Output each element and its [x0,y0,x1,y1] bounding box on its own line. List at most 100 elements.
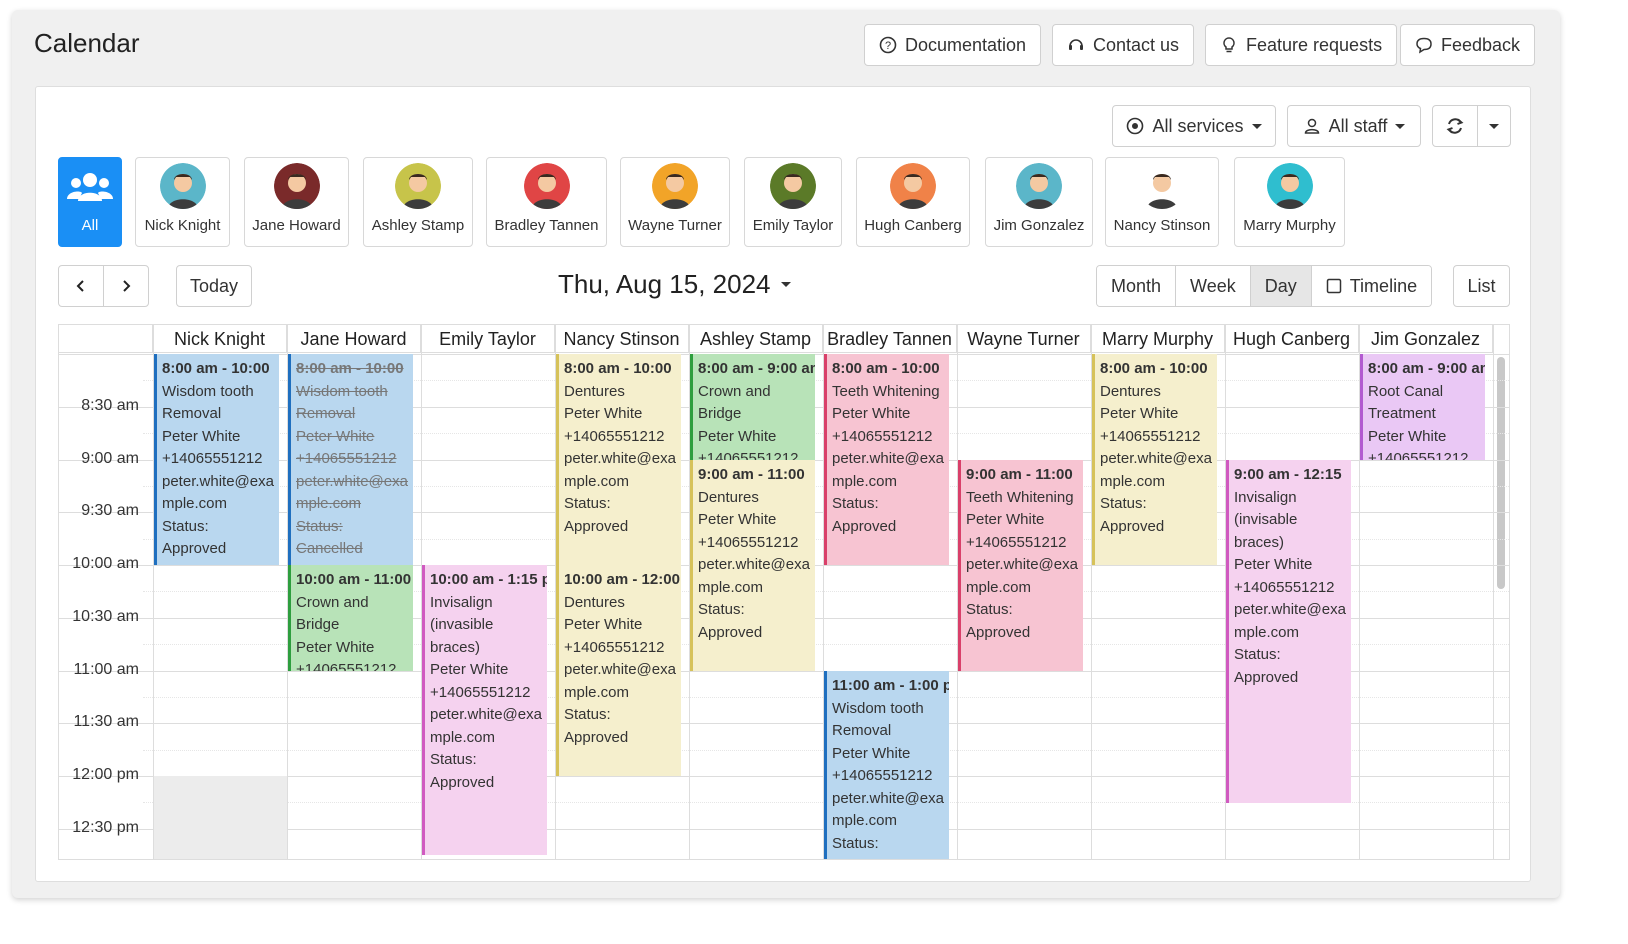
appointment-detail: (invasible [430,616,494,633]
appointment-detail: Status: [966,601,1013,618]
appointment-detail: +14065551212 [296,661,397,671]
column-header: Ashley Stamp [689,325,823,353]
refresh-button[interactable] [1432,105,1478,147]
staff-card[interactable]: Ashley Stamp [363,157,473,247]
column-header: Emily Taylor [421,325,555,353]
avatar [890,163,936,209]
feature-requests-button[interactable]: Feature requests [1205,24,1398,66]
chevron-down-icon [1489,123,1499,129]
today-button[interactable]: Today [176,265,252,307]
staff-card[interactable]: Bradley Tannen [486,157,607,247]
appointment-card[interactable]: 8:00 am - 9:00 am Crown and Bridge Peter Wh… [690,354,815,460]
appointment-card[interactable]: 10:00 am - 12:00 Dentures Peter White +1406… [556,565,681,776]
feedback-label: Feedback [1441,34,1521,55]
appointment-detail: Peter White [832,744,911,762]
appointment-card[interactable]: 9:00 am - 11:00 Teeth Whitening Peter Whit… [958,460,1083,671]
documentation-label: Documentation [905,34,1027,55]
appointment-detail: mple.com [162,495,228,512]
appointment-detail: mple.com [1234,623,1300,641]
appointment-card[interactable]: 9:00 am - 12:15 Invisalign (invisable brace… [1226,460,1351,803]
week-view-button[interactable]: Week [1176,266,1251,306]
staff-card[interactable]: Jane Howard [244,157,349,247]
appointment-detail: Peter White [1234,556,1313,573]
chevron-down-icon [780,282,791,287]
next-day-button[interactable] [103,265,149,307]
appointment-detail: +14065551212 [1368,450,1469,460]
appointment-detail: +14065551212 [430,683,531,701]
appointment-card[interactable]: 8:00 am - 10:00 Dentures Peter White +14065… [556,354,681,565]
appointment-detail: Teeth Whitening [966,488,1074,506]
appointment-card[interactable]: 9:00 am - 11:00 Dentures Peter White +14065… [690,460,815,671]
appointment-card[interactable]: 8:00 am - 9:00 am Root Canal Treatment Pete… [1360,354,1485,460]
chevron-right-icon [123,280,131,292]
avatar [652,163,698,209]
appointment-time: 8:00 am - 9:00 am [698,360,815,377]
documentation-button[interactable]: ? Documentation [864,24,1042,66]
services-filter-dropdown[interactable]: All services [1112,105,1276,147]
staff-card[interactable]: Hugh Canberg [856,157,970,247]
appointment-detail: peter.white@exa [698,556,810,573]
list-view-button[interactable]: List [1453,265,1510,307]
time-label: 10:00 am [72,555,139,572]
appointment-card[interactable]: 8:00 am - 10:00 Wisdom tooth Removal Peter … [154,354,279,565]
appointment-detail: Peter White [1368,427,1447,445]
appointment-card[interactable]: 8:00 am - 10:00 Wisdom tooth Removal Peter … [288,354,413,565]
appointment-detail: Dentures [564,382,625,400]
appointment-detail: Status: [430,751,477,768]
contact-us-button[interactable]: Contact us [1052,24,1195,66]
appointment-detail: Peter White [698,511,777,528]
appointment-detail: mple.com [430,728,496,746]
staff-card[interactable]: Wayne Turner [620,157,730,247]
appointment-card[interactable]: 8:00 am - 10:00 Dentures Peter White +14065… [1092,354,1217,565]
appointment-detail: mple.com [832,812,898,829]
month-view-button[interactable]: Month [1097,266,1177,306]
calendar-panel: All services All staff All Nick Knight Jan… [35,86,1531,882]
staff-card[interactable]: Emily Taylor [744,157,842,247]
staff-filter-dropdown[interactable]: All staff [1287,105,1421,147]
date-picker[interactable]: Thu, Aug 15, 2024 [558,269,791,300]
staff-card[interactable]: Nancy Stinson [1105,157,1219,247]
appointment-detail: +14065551212 [564,638,665,656]
appointment-detail: +14065551212 [698,450,799,460]
refresh-options-dropdown[interactable] [1477,105,1511,147]
staff-card-all[interactable]: All [58,157,122,247]
staff-card[interactable]: Jim Gonzalez [985,157,1093,247]
appointment-detail: Crown and [296,593,369,611]
avatar [159,163,206,209]
appointment-detail: peter.white@exa [1234,601,1346,618]
appointment-detail: Approved [564,728,629,746]
avatar [273,163,320,209]
appointment-detail: Approved [698,623,763,641]
appointment-time: 8:00 am - 9:00 am [1368,360,1485,377]
feedback-button[interactable]: Feedback [1400,24,1536,66]
avatar [395,163,441,209]
appointment-detail: braces) [430,638,481,656]
timeline-toggle[interactable]: Timeline [1311,266,1432,306]
staff-card-label: Jane Howard [252,217,341,234]
appointment-detail: +14065551212 [698,533,799,551]
appointment-detail: +14065551212 [1100,427,1201,445]
appointment-detail: Wisdom tooth [832,699,924,717]
appointment-detail: mple.com [1100,472,1166,490]
page-title: Calendar [34,28,140,58]
staff-card-label: Ashley Stamp [371,217,465,234]
appointment-detail: Status: [564,706,611,723]
appointment-card[interactable]: 11:00 am - 1:00 pm Wisdom tooth Removal Pet… [824,671,949,859]
vertical-scrollbar[interactable] [1497,357,1505,589]
day-schedule-grid: Nick Knight Jane Howard Emily Taylor Nancy … [58,324,1510,860]
appointment-card[interactable]: 10:00 am - 11:00 Crown and Bridge Peter Whi… [288,565,413,671]
appointment-detail: Approved [1100,517,1165,535]
appointment-detail: Status: [296,517,343,535]
contact-us-label: Contact us [1093,34,1180,55]
day-view-button[interactable]: Day [1250,266,1312,306]
appointment-card[interactable]: 8:00 am - 10:00 Teeth Whitening Peter Whit… [824,354,949,565]
appointment-card[interactable]: 10:00 am - 1:15 pm Invisalign (invasible br… [422,565,547,855]
timeline-label: Timeline [1349,275,1418,296]
staff-card[interactable]: Nick Knight [135,157,230,247]
appointment-detail: Approved [966,623,1031,641]
prev-day-button[interactable] [58,265,104,307]
appointment-detail: peter.white@exa [832,789,944,807]
appointment-detail: peter.white@exa [564,661,676,678]
chevron-down-icon [1395,123,1406,129]
staff-card[interactable]: Marry Murphy [1234,157,1345,247]
